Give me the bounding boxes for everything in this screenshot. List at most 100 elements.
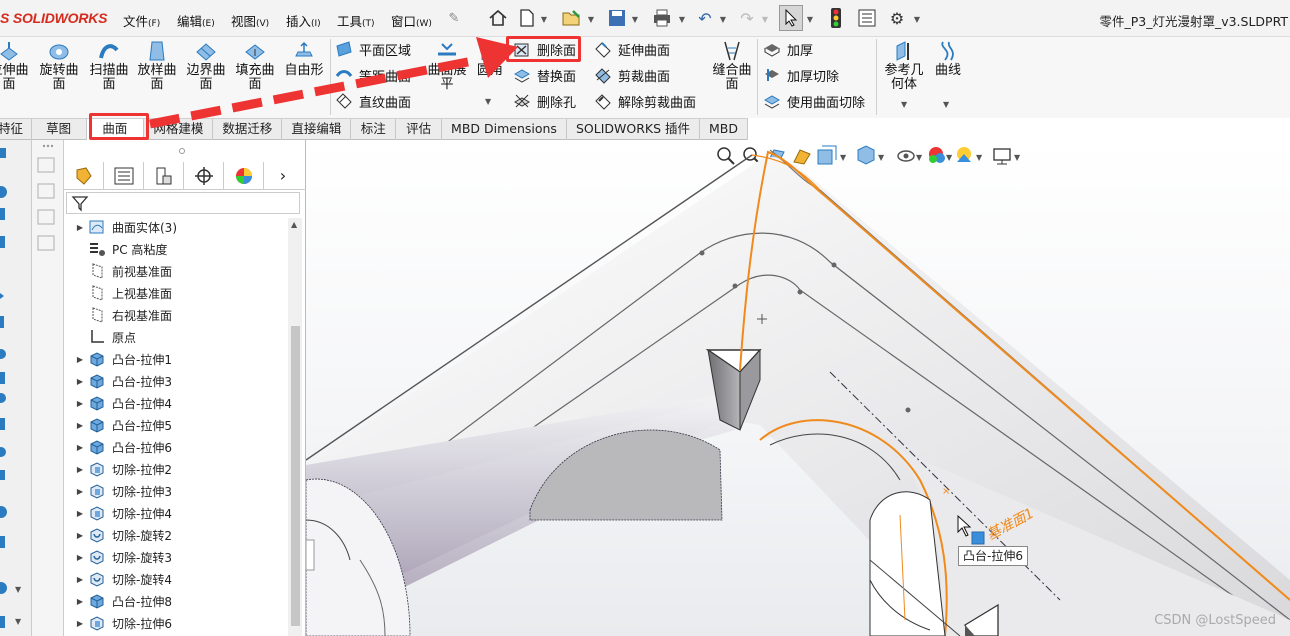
tabs-more-arrow-icon[interactable]: › (264, 162, 302, 189)
undo-icon[interactable]: ↶ (694, 5, 716, 31)
menu-tools[interactable]: 工具(T) (337, 11, 375, 30)
tree-item[interactable]: ▶ 切除-旋转2 (72, 524, 172, 546)
tab-sketch[interactable]: 草图 (32, 119, 87, 140)
tab-markup[interactable]: 标注 (351, 119, 397, 140)
menu-edit[interactable]: 编辑(E) (177, 11, 215, 30)
lofted-surface-button[interactable]: 放样曲面 (134, 40, 180, 92)
untrim-surface-button[interactable]: 解除剪裁曲面 (594, 90, 696, 112)
reference-geometry-dropdown-icon[interactable]: ▼ (901, 100, 907, 109)
gear-icon[interactable]: ⚙ (886, 5, 908, 31)
extend-surface-button[interactable]: 延伸曲面 (594, 38, 670, 60)
tree-item[interactable]: ▶ 曲面实体(3) (72, 216, 177, 238)
reference-geometry-button[interactable]: 参考几何体 (880, 40, 928, 92)
offset-surface-button[interactable]: 等距曲面 (335, 64, 411, 86)
ruled-surface-button[interactable]: 直纹曲面 (335, 90, 411, 112)
tree-scrollbar[interactable]: ▲ (288, 218, 302, 636)
save-dropdown-icon[interactable]: ▼ (630, 6, 640, 32)
expand-arrow-icon[interactable]: ▶ (72, 223, 88, 232)
expand-arrow-icon[interactable]: ▶ (72, 443, 88, 452)
scroll-up-icon[interactable]: ▲ (291, 220, 297, 229)
expand-arrow-icon[interactable]: ▶ (72, 509, 88, 518)
redo-dropdown-icon[interactable]: ▼ (760, 6, 770, 32)
tab-mesh-modeling[interactable]: 网格建模 (144, 119, 214, 140)
expand-arrow-icon[interactable]: ▶ (72, 399, 88, 408)
tree-item[interactable]: 原点 (72, 326, 136, 348)
tab-direct-editing[interactable]: 直接编辑 (282, 119, 352, 140)
boundary-surface-button[interactable]: 边界曲面 (183, 40, 229, 92)
tab-display-manager[interactable] (224, 162, 264, 189)
pin-icon[interactable]: ✎ (446, 5, 462, 31)
redo-icon[interactable]: ↷ (736, 5, 758, 31)
tab-configuration-manager[interactable] (144, 162, 184, 189)
delete-hole-button[interactable]: 删除孔 (513, 90, 576, 112)
expand-arrow-icon[interactable]: ▶ (72, 355, 88, 364)
tree-item[interactable]: ▶ 凸台-拉伸5 (72, 414, 172, 436)
tab-features[interactable]: 特征 (0, 119, 32, 140)
tree-item[interactable]: ▶ 切除-拉伸4 (72, 502, 172, 524)
planar-surface-button[interactable]: 平面区域 (335, 38, 411, 60)
swept-surface-button[interactable]: 扫描曲面 (86, 40, 132, 92)
expand-arrow-icon[interactable]: ▶ (72, 487, 88, 496)
tab-dimxpert-manager[interactable] (184, 162, 224, 189)
save-icon[interactable] (606, 5, 628, 31)
revolved-surface-button[interactable]: 旋转曲面 (36, 40, 82, 92)
expand-arrow-icon[interactable]: ▶ (72, 597, 88, 606)
gear-dropdown-icon[interactable]: ▼ (912, 6, 922, 32)
tree-item[interactable]: ▶ 凸台-拉伸1 (72, 348, 172, 370)
tree-item[interactable]: ▶ 切除-拉伸2 (72, 458, 172, 480)
knit-surface-button[interactable]: 缝合曲面 (708, 40, 756, 92)
tree-item[interactable]: 上视基准面 (72, 282, 172, 304)
panel-grip[interactable] (179, 148, 185, 154)
freeform-button[interactable]: 自由形 (281, 40, 327, 78)
undo-dropdown-icon[interactable]: ▼ (718, 6, 728, 32)
expand-arrow-icon[interactable]: ▶ (72, 377, 88, 386)
open-dropdown-icon[interactable]: ▼ (586, 6, 596, 32)
tab-mbd[interactable]: MBD (700, 119, 748, 140)
tree-item[interactable]: 右视基准面 (72, 304, 172, 326)
tree-item[interactable]: PC 高粘度 (72, 238, 167, 260)
replace-face-button[interactable]: 替换面 (513, 64, 576, 86)
tree-item[interactable]: ▶ 切除-拉伸3 (72, 480, 172, 502)
tab-property-manager[interactable] (104, 162, 144, 189)
tree-item[interactable]: 前视基准面 (72, 260, 172, 282)
scrollbar-thumb[interactable] (291, 326, 300, 626)
expand-arrow-icon[interactable]: ▶ (72, 575, 88, 584)
tree-item[interactable]: ▶ 凸台-拉伸3 (72, 370, 172, 392)
tree-item[interactable]: ▶ 切除-旋转4 (72, 568, 172, 590)
extruded-surface-button[interactable]: 拉伸曲面 (0, 40, 32, 92)
thicken-button[interactable]: 加厚 (763, 38, 813, 60)
menu-file[interactable]: 文件(F) (123, 11, 160, 30)
tree-item[interactable]: ▶ 凸台-拉伸4 (72, 392, 172, 414)
menu-insert[interactable]: 插入(I) (286, 11, 321, 30)
open-icon[interactable] (560, 5, 584, 31)
tab-data-migration[interactable]: 数据迁移 (213, 119, 283, 140)
expand-arrow-icon[interactable]: ▶ (72, 531, 88, 540)
select-dropdown-icon[interactable]: ▼ (805, 6, 815, 32)
left-toolbar-icons[interactable]: ▼▼ (0, 140, 32, 636)
options-list-icon[interactable] (856, 5, 878, 31)
tree-item[interactable]: ▶ 切除-旋转3 (72, 546, 172, 568)
print-dropdown-icon[interactable]: ▼ (677, 6, 687, 32)
app-logo[interactable]: S SOLIDWORKS (0, 10, 107, 26)
filled-surface-button[interactable]: 填充曲面 (232, 40, 278, 92)
tree-filter-field[interactable] (66, 192, 300, 214)
traffic-light-icon[interactable] (826, 5, 846, 31)
new-dropdown-icon[interactable]: ▼ (539, 6, 549, 32)
tree-item[interactable]: ▶ 凸台-拉伸6 (72, 436, 172, 458)
menu-view[interactable]: 视图(V) (231, 11, 269, 30)
select-cursor-icon[interactable] (779, 5, 803, 31)
tree-item[interactable]: ▶ 凸台-拉伸8 (72, 590, 172, 612)
curves-button[interactable]: 曲线 (928, 40, 968, 78)
tab-solidworks-addins[interactable]: SOLIDWORKS 插件 (567, 119, 700, 140)
tree-item[interactable]: ▶ 切除-拉伸6 (72, 612, 172, 634)
model-3d-view[interactable]: × 基准面1 (306, 140, 1290, 636)
expand-arrow-icon[interactable]: ▶ (72, 553, 88, 562)
new-document-icon[interactable] (516, 5, 538, 31)
tab-mbd-dimensions[interactable]: MBD Dimensions (442, 119, 567, 140)
home-icon[interactable] (486, 5, 510, 31)
trim-surface-button[interactable]: 剪裁曲面 (594, 64, 670, 86)
thickened-cut-button[interactable]: 加厚切除 (763, 64, 839, 86)
expand-arrow-icon[interactable]: ▶ (72, 619, 88, 628)
print-icon[interactable] (650, 5, 674, 31)
surface-flatten-button[interactable]: 曲面展平 (425, 40, 469, 92)
